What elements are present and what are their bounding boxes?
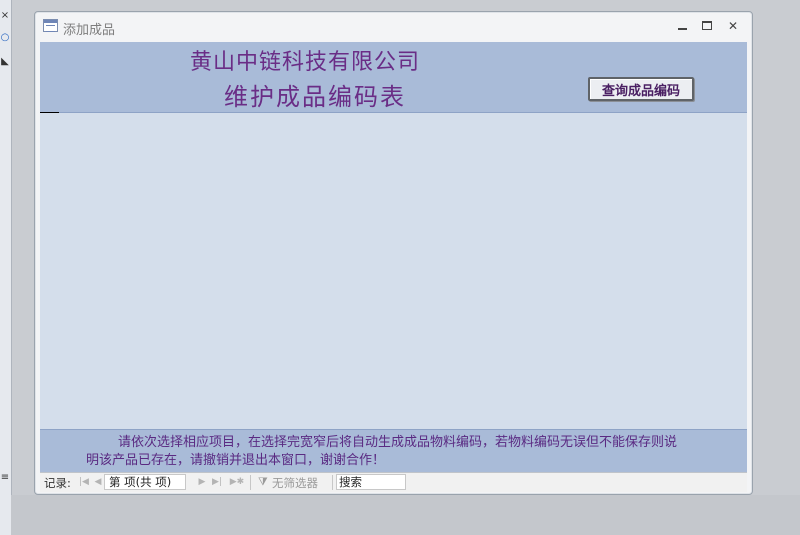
restore-icon [702, 21, 712, 30]
form-window: 添加成品 ✕ 黄山中链科技有限公司 维护成品编码表 查询成品编码 请依次选择相应… [34, 11, 753, 495]
next-record-icon[interactable]: ▶ [196, 476, 208, 488]
form-title: 维护成品编码表 [224, 83, 406, 111]
close-button[interactable]: ✕ [723, 18, 743, 34]
search-input[interactable] [336, 474, 406, 490]
form-footer: 请依次选择相应项目，在选择完宽窄后将自动生成成品物料编码，若物料编码无误但不能保… [40, 429, 747, 472]
navigation-pane-strip: × ○ ◣ ≡ [0, 0, 12, 535]
filter-icon[interactable]: ⧩ [258, 475, 268, 489]
minimize-button[interactable] [673, 18, 693, 34]
nav-divider [332, 475, 333, 490]
form-detail-area [40, 113, 747, 429]
filter-status[interactable]: 无筛选器 [272, 475, 318, 491]
query-product-code-button[interactable]: 查询成品编码 [588, 77, 694, 101]
record-label: 记录: [44, 476, 71, 490]
minimize-icon [678, 28, 687, 30]
close-pane-icon[interactable]: × [0, 10, 10, 22]
record-navigation-bar: 记录: |◀ ◀ 第 项(共 项) ▶ ▶| ▶✱ ⧩ 无筛选器 [40, 472, 747, 492]
form-header: 黄山中链科技有限公司 维护成品编码表 查询成品编码 [40, 42, 747, 113]
form-icon [43, 19, 58, 32]
current-record-field[interactable]: 第 项(共 项) [104, 474, 186, 490]
restore-button[interactable] [697, 18, 717, 34]
workspace-background-right [754, 0, 800, 535]
menu-icon[interactable]: ≡ [0, 472, 10, 484]
company-title: 黄山中链科技有限公司 [189, 50, 420, 75]
previous-record-icon[interactable]: ◀ [92, 476, 104, 488]
window-titlebar[interactable]: 添加成品 ✕ [35, 12, 752, 42]
nav-divider [250, 475, 251, 490]
close-icon: ✕ [727, 19, 739, 33]
refresh-icon[interactable]: ○ [0, 32, 10, 44]
window-title: 添加成品 [63, 23, 116, 38]
footer-message: 请依次选择相应项目，在选择完宽窄后将自动生成成品物料编码，若物料编码无误但不能保… [86, 435, 678, 468]
new-record-icon[interactable]: ▶✱ [228, 476, 246, 488]
last-record-icon[interactable]: ▶| [211, 476, 223, 488]
pane-corner-icon[interactable]: ◣ [0, 56, 10, 68]
workspace-background-bottom [11, 495, 800, 535]
first-record-icon[interactable]: |◀ [78, 476, 90, 488]
